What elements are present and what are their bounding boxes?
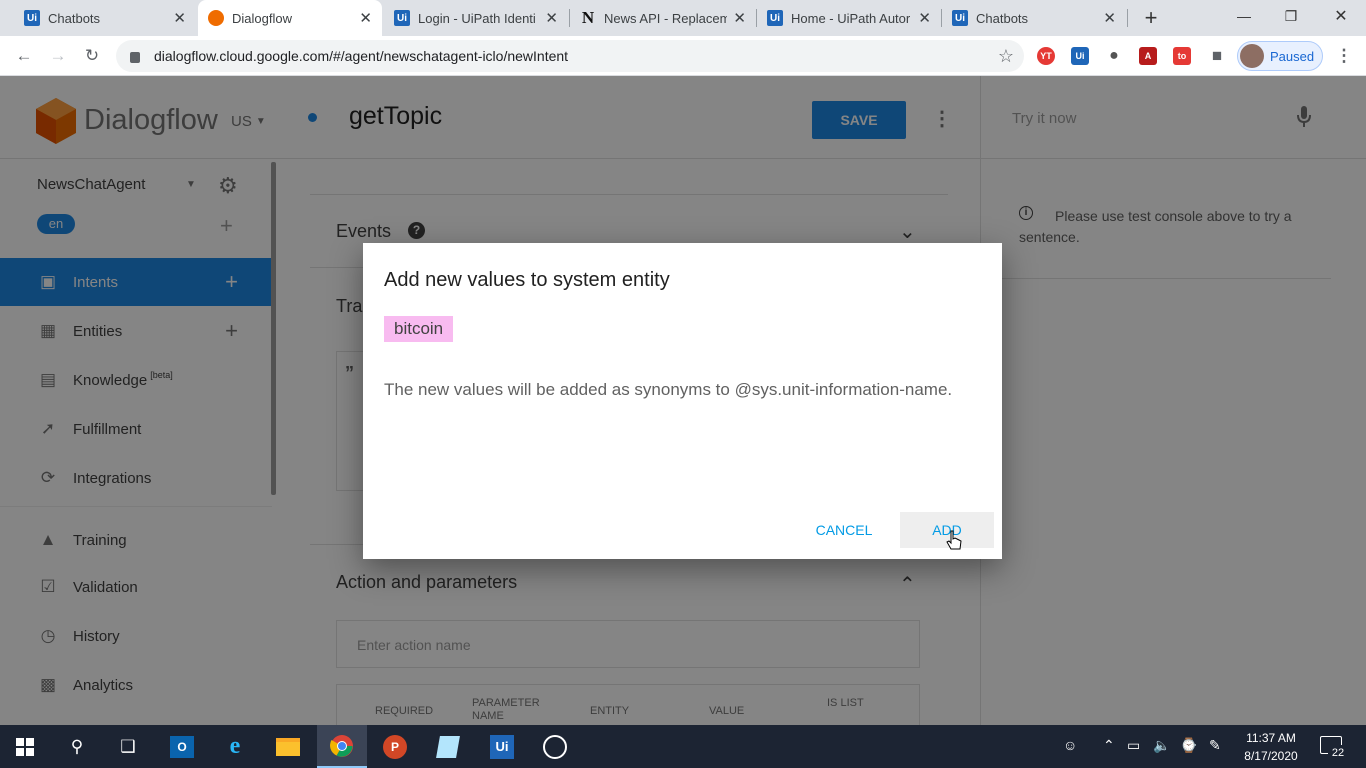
minimize-button[interactable]: — (1221, 0, 1267, 32)
clock-time: 11:37 AM (1246, 731, 1296, 745)
tab-chatbots-2[interactable]: Ui Chatbots ✕ (942, 0, 1126, 36)
tab-title: Dialogflow (232, 10, 292, 26)
notification-badge: 22 (1328, 745, 1348, 761)
browser-toolbar: ← → ↻ dialogflow.cloud.google.com/#/agen… (0, 36, 1366, 76)
tab-dialogflow[interactable]: Dialogflow ✕ (198, 0, 382, 36)
acrobat-extension-icon[interactable]: A (1139, 47, 1157, 65)
uipath-icon: Ui (952, 10, 968, 26)
tab-title: News API - Replacem (604, 10, 728, 26)
pen-icon[interactable]: ✎ (1209, 737, 1221, 754)
menu-icon[interactable]: ⋮ (1332, 44, 1356, 68)
tab-chatbots-1[interactable]: Ui Chatbots ✕ (14, 0, 196, 36)
profile-label: Paused (1270, 48, 1315, 64)
uipath-studio-icon[interactable]: Ui (477, 725, 527, 768)
volume-icon[interactable]: 🔈 (1153, 737, 1170, 754)
uipath-icon: Ui (394, 10, 410, 26)
tab-uipath-home[interactable]: Ui Home - UiPath Autor ✕ (757, 0, 941, 36)
cancel-button[interactable]: CANCEL (806, 512, 882, 548)
system-clock[interactable]: 11:37 AM 8/17/2020 (1236, 729, 1306, 765)
forward-icon[interactable]: → (46, 44, 70, 68)
dialogflow-icon (208, 10, 224, 26)
obs-icon[interactable] (530, 725, 580, 768)
close-icon[interactable]: ✕ (733, 9, 746, 27)
tab-title: Login - UiPath Identi (418, 10, 536, 26)
outlook-icon[interactable]: O (157, 725, 207, 768)
notion-icon: N (581, 8, 595, 27)
browser-tab-strip: Ui Chatbots ✕ Dialogflow ✕ Ui Login - Ui… (0, 0, 1366, 36)
tab-title: Home - UiPath Autor (791, 10, 911, 26)
tab-title: Chatbots (48, 10, 101, 26)
tab-uipath-login[interactable]: Ui Login - UiPath Identi ✕ (384, 0, 568, 36)
add-values-dialog: Add new values to system entity bitcoin … (363, 243, 1002, 559)
back-icon[interactable]: ← (12, 44, 36, 68)
powerpoint-icon[interactable]: P (370, 725, 420, 768)
lock-icon (130, 51, 140, 63)
tab-news-api[interactable]: N News API - Replacem ✕ (570, 0, 756, 36)
url-text: dialogflow.cloud.google.com/#/agent/news… (154, 48, 569, 64)
puzzle-icon[interactable]: ■ (1205, 44, 1229, 68)
restore-button[interactable]: ❐ (1268, 0, 1314, 32)
extension-icon[interactable]: to (1173, 47, 1191, 65)
battery-icon[interactable]: ▭ (1127, 737, 1140, 754)
uipath-icon: Ui (767, 10, 783, 26)
windows-start-icon[interactable] (0, 725, 50, 768)
close-icon[interactable]: ✕ (173, 9, 186, 27)
wifi-icon[interactable]: ⌚ (1180, 737, 1197, 754)
bookmark-star-icon[interactable]: ☆ (998, 46, 1014, 67)
chrome-icon[interactable] (317, 725, 367, 768)
extension-icon[interactable]: ● (1105, 47, 1123, 65)
close-icon[interactable]: ✕ (1103, 9, 1116, 27)
uipath-extension-icon[interactable]: Ui (1071, 47, 1089, 65)
chevron-up-icon[interactable]: ⌃ (1103, 737, 1115, 754)
new-tab-button[interactable]: + (1128, 2, 1174, 34)
extension-icon[interactable]: YT (1037, 47, 1055, 65)
close-icon[interactable]: ✕ (545, 9, 558, 27)
reload-icon[interactable]: ↻ (80, 44, 104, 68)
people-icon[interactable]: ☺ (1063, 737, 1077, 753)
profile-button[interactable]: Paused (1237, 41, 1323, 71)
close-icon[interactable]: ✕ (359, 9, 372, 27)
hand-cursor-icon (946, 530, 962, 552)
notepad-icon[interactable] (423, 725, 473, 768)
tab-title: Chatbots (976, 10, 1029, 26)
close-icon[interactable]: ✕ (918, 9, 931, 27)
internet-explorer-icon[interactable]: e (210, 725, 260, 768)
windows-taskbar: ⚲ ❑ O e P Ui ☺ ⌃ ▭ 🔈 ⌚ ✎ 11:37 AM 8/17/2… (0, 725, 1366, 768)
address-bar[interactable]: dialogflow.cloud.google.com/#/agent/news… (116, 40, 1024, 72)
close-window-button[interactable]: ✕ (1318, 0, 1364, 32)
search-icon[interactable]: ⚲ (52, 725, 102, 768)
dialog-title: Add new values to system entity (384, 269, 670, 291)
file-explorer-icon[interactable] (263, 725, 313, 768)
dialog-message: The new values will be added as synonyms… (384, 380, 953, 399)
avatar (1240, 44, 1264, 68)
task-view-icon[interactable]: ❑ (103, 725, 153, 768)
uipath-icon: Ui (24, 10, 40, 26)
entity-value-chip: bitcoin (384, 316, 454, 342)
clock-date: 8/17/2020 (1244, 749, 1298, 763)
